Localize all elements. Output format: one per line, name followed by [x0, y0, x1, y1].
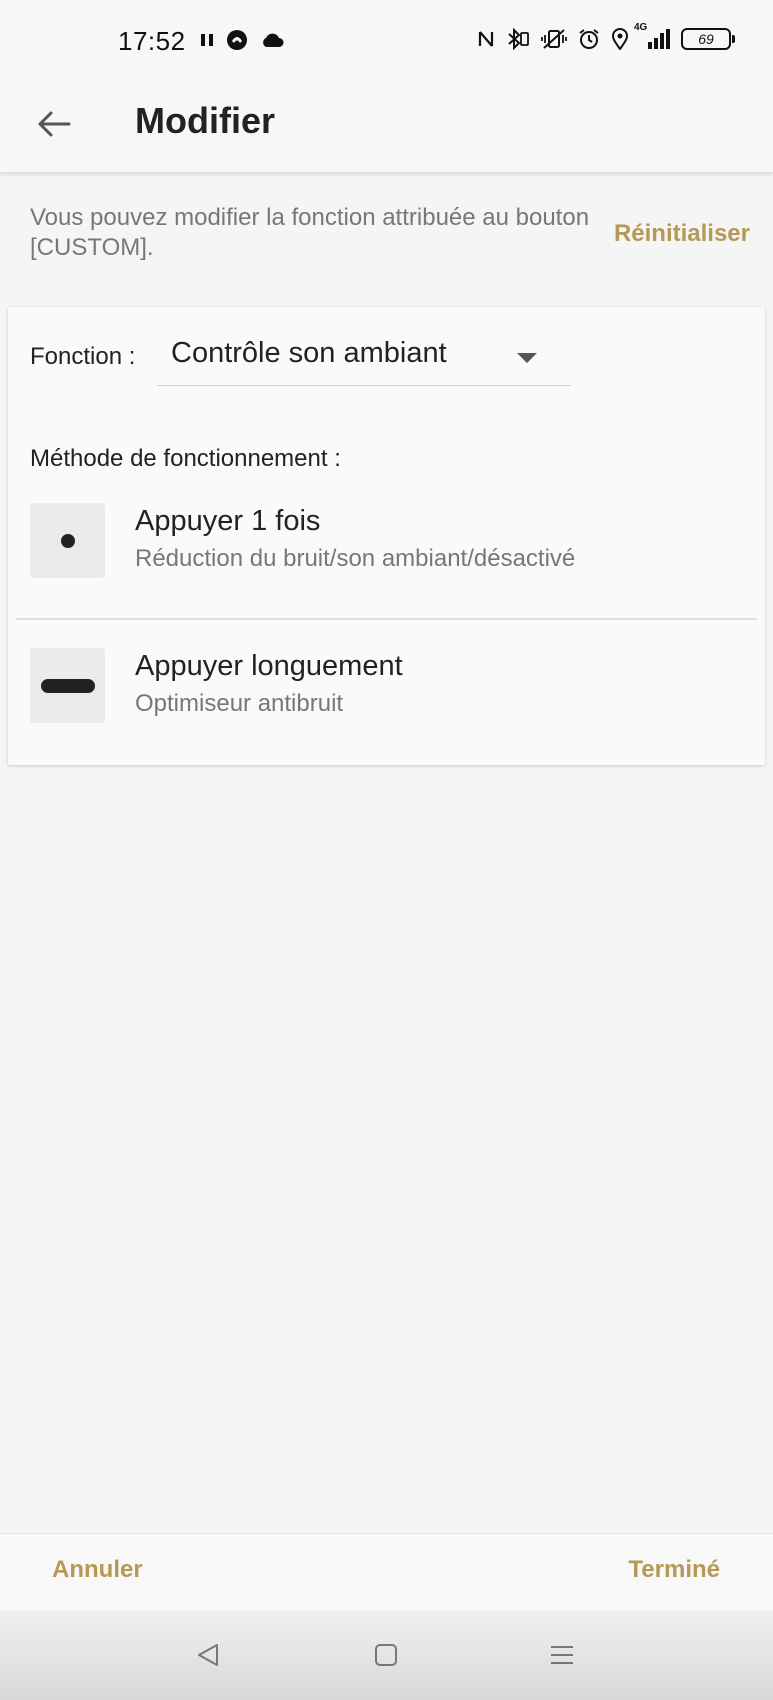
battery-level: 69	[698, 31, 714, 47]
signal-group: 4G	[634, 22, 670, 50]
function-label: Fonction :	[30, 343, 136, 370]
settings-card: Fonction : Contrôle son ambiant Méthode …	[8, 307, 765, 765]
dropdown-arrow-icon	[517, 353, 537, 363]
reset-button[interactable]: Réinitialiser	[614, 220, 750, 248]
long-press-dash-icon	[30, 648, 105, 723]
nav-menu-icon	[551, 1646, 573, 1664]
method-label: Méthode de fonctionnement :	[30, 445, 341, 472]
divider	[16, 618, 757, 620]
status-time: 17:52	[118, 26, 186, 56]
function-dropdown[interactable]: Contrôle son ambiant	[157, 327, 571, 386]
back-button[interactable]	[30, 100, 78, 148]
cloud-icon	[263, 33, 284, 47]
nav-back-button[interactable]	[186, 1633, 230, 1677]
system-nav-bar	[0, 1611, 773, 1700]
function-dropdown-value: Contrôle son ambiant	[171, 337, 447, 369]
method-item-title: Appuyer 1 fois	[135, 505, 321, 537]
vibrate-icon	[541, 29, 567, 49]
app-circle-icon	[227, 30, 247, 50]
bluetooth-icon	[508, 28, 529, 50]
nav-back-icon	[198, 1644, 218, 1666]
arrow-left-icon	[38, 111, 71, 137]
method-item-subtitle: Réduction du bruit/son ambiant/désactivé	[135, 545, 576, 572]
method-item-subtitle: Optimiseur antibruit	[135, 690, 344, 717]
network-type-label: 4G	[634, 22, 648, 33]
nav-home-button[interactable]	[364, 1633, 408, 1677]
description-text: Vous pouvez modifier la fonction attribu…	[30, 204, 590, 261]
nav-home-icon	[375, 1644, 397, 1666]
pause-icon	[201, 34, 213, 46]
method-item-title: Appuyer longuement	[135, 650, 403, 682]
method-item-long-press[interactable]: Appuyer longuement Optimiseur antibruit	[8, 648, 765, 748]
page-title: Modifier	[135, 100, 275, 141]
location-icon	[611, 28, 629, 50]
done-button[interactable]: Terminé	[628, 1556, 720, 1584]
battery-icon: 69	[681, 28, 735, 50]
alarm-icon	[579, 29, 599, 49]
status-bar: 17:52 4G 69	[0, 0, 773, 86]
app-bar: Modifier	[0, 86, 773, 173]
cancel-button[interactable]: Annuler	[52, 1556, 143, 1584]
status-left-icons	[200, 29, 284, 51]
nfc-icon	[478, 31, 494, 47]
single-tap-dot-icon	[30, 503, 105, 578]
method-item-single-press[interactable]: Appuyer 1 fois Réduction du bruit/son am…	[8, 503, 765, 603]
action-bar: Annuler Terminé	[0, 1533, 773, 1612]
nav-menu-button[interactable]	[540, 1633, 584, 1677]
status-right-icons: 4G 69	[477, 22, 735, 50]
